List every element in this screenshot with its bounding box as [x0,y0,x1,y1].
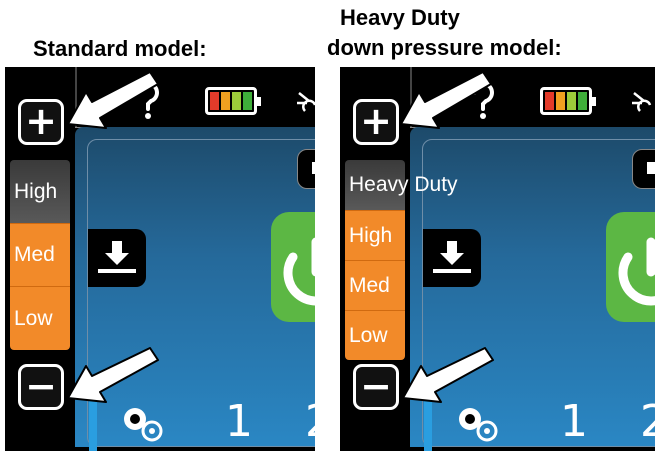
pointer-arrow-icon [67,71,494,403]
annotation-arrows [67,71,494,403]
